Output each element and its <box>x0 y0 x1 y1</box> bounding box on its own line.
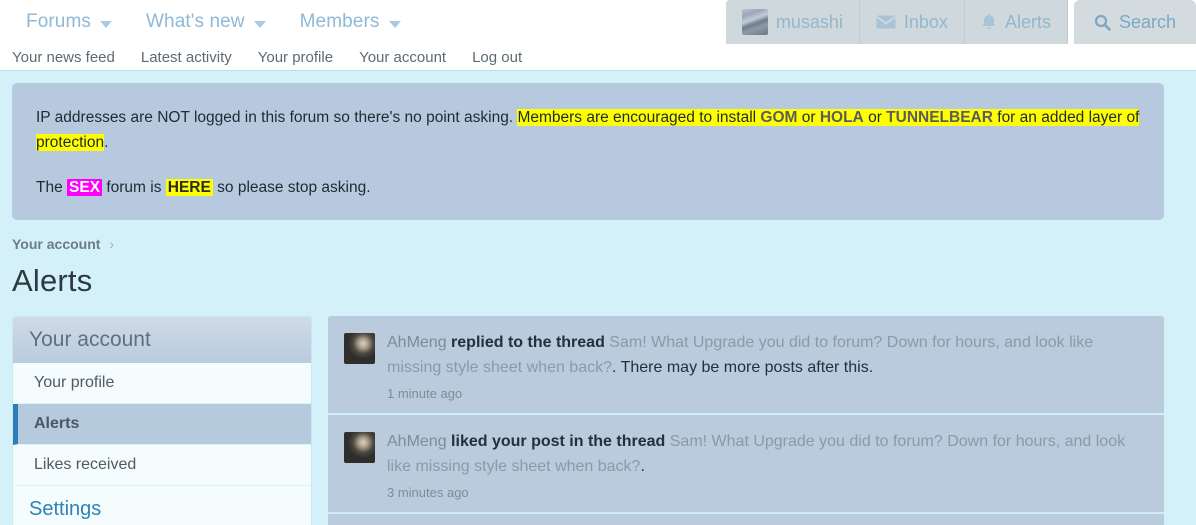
alert-username[interactable]: AhMeng <box>387 433 447 450</box>
account-nav-group: musashi Inbox Alerts Search <box>725 0 1196 44</box>
nav-item-forums-label: Forums <box>26 11 91 32</box>
chevron-down-icon <box>100 20 112 28</box>
notice-or-2: or <box>863 109 887 126</box>
breadcrumb: Your account › <box>12 236 1196 252</box>
alert-username[interactable]: AhMeng <box>387 334 447 351</box>
alert-text: AhMeng liked your post in the thread Sam… <box>387 429 1146 479</box>
chevron-down-icon <box>253 20 266 28</box>
nav-item-whats-new-label: What's new <box>146 11 245 32</box>
notice-line-2: The SEX forum is HERE so please stop ask… <box>36 175 1140 200</box>
nav-tab-alerts[interactable]: Alerts <box>964 0 1068 44</box>
chevron-down-icon <box>388 20 401 28</box>
notice-plain-text: IP addresses are NOT logged in this foru… <box>36 109 518 126</box>
avatar <box>741 9 768 35</box>
subnav-item-your-news-feed[interactable]: Your news feed <box>12 49 115 66</box>
alert-timestamp: 1 minute ago <box>387 386 463 401</box>
alert-extra-note: . There may be more posts after this. <box>612 359 874 376</box>
alert-extra-note: . <box>640 458 645 475</box>
alerts-list: AhMeng replied to the thread Sam! What U… <box>328 316 1164 525</box>
vpn-link-hola[interactable]: HOLA <box>820 109 864 126</box>
nav-tab-account-label: musashi <box>775 11 843 32</box>
vpn-link-tunnelbear[interactable]: TUNNELBEAR <box>886 109 993 126</box>
nav-tab-account[interactable]: musashi <box>725 0 860 44</box>
nav-item-forums[interactable]: Forums <box>26 0 112 44</box>
search-icon <box>1094 14 1111 31</box>
alert-content: AhMeng liked your post in the thread Sam… <box>387 429 1146 500</box>
alert-row[interactable]: AhMeng replied to the thread Sam! What U… <box>328 316 1164 415</box>
page-title: Alerts <box>12 263 93 298</box>
notice-line-1: IP addresses are NOT logged in this foru… <box>36 105 1140 155</box>
nav-tab-alerts-label: Alerts <box>1004 11 1051 32</box>
nav-tab-inbox-label: Inbox <box>903 11 948 32</box>
here-link[interactable]: HERE <box>165 179 213 196</box>
subnav-item-log-out[interactable]: Log out <box>472 49 522 66</box>
subnav-item-your-profile[interactable]: Your profile <box>258 49 333 66</box>
nav-tab-search-label: Search <box>1118 11 1176 32</box>
nav-item-members[interactable]: Members <box>300 0 401 44</box>
main-nav-group: Forums What's new Members <box>0 0 726 44</box>
sidebar-item-alerts[interactable]: Alerts <box>13 404 311 445</box>
top-navigation-bar: Forums What's new Members musashi Inbox <box>0 0 1196 44</box>
bell-icon <box>981 13 997 31</box>
nav-item-whats-new[interactable]: What's new <box>146 0 266 44</box>
breadcrumb-separator-icon: › <box>109 236 115 252</box>
alert-row[interactable]: AhMeng liked your post in the thread Sam… <box>328 415 1164 514</box>
nav-item-members-label: Members <box>299 11 380 32</box>
breadcrumb-item-your-account[interactable]: Your account <box>12 236 100 252</box>
alert-action: replied to the thread <box>451 334 605 351</box>
nav-tab-inbox[interactable]: Inbox <box>859 0 965 44</box>
alert-row[interactable] <box>328 514 1164 525</box>
forum-notice-banner: IP addresses are NOT logged in this foru… <box>12 83 1164 220</box>
notice-line-1-end: . <box>104 134 109 151</box>
notice-or-1: or <box>797 109 820 126</box>
alert-action: liked your post in the thread <box>451 433 666 450</box>
alert-content: AhMeng replied to the thread Sam! What U… <box>387 330 1146 401</box>
envelope-icon <box>876 15 896 29</box>
alert-text: AhMeng replied to the thread Sam! What U… <box>387 330 1146 380</box>
sidebar-item-your-profile[interactable]: Your profile <box>13 363 311 404</box>
avatar <box>344 333 375 364</box>
subnav-item-latest-activity[interactable]: Latest activity <box>141 49 232 66</box>
main-content: Your account Your profile Alerts Likes r… <box>12 316 1164 525</box>
notice-line-2-post: so please stop asking. <box>212 179 371 196</box>
notice-highlight-pre: Members are encouraged to install <box>517 109 761 126</box>
sex-forum-link[interactable]: SEX <box>67 179 103 196</box>
sidebar-section-settings[interactable]: Settings <box>13 486 311 525</box>
subnav-item-your-account[interactable]: Your account <box>359 49 446 66</box>
sidebar-header: Your account <box>13 317 311 363</box>
notice-line-2-pre: The <box>36 179 68 196</box>
sub-navigation-bar: Your news feed Latest activity Your prof… <box>0 44 1196 71</box>
notice-line-2-mid: forum is <box>102 179 166 196</box>
avatar <box>344 432 375 463</box>
alert-timestamp: 3 minutes ago <box>387 485 469 500</box>
sidebar-item-likes-received[interactable]: Likes received <box>13 445 311 486</box>
nav-tab-search[interactable]: Search <box>1073 0 1196 44</box>
vpn-link-gom[interactable]: GOM <box>760 109 797 126</box>
account-sidebar: Your account Your profile Alerts Likes r… <box>12 316 312 525</box>
